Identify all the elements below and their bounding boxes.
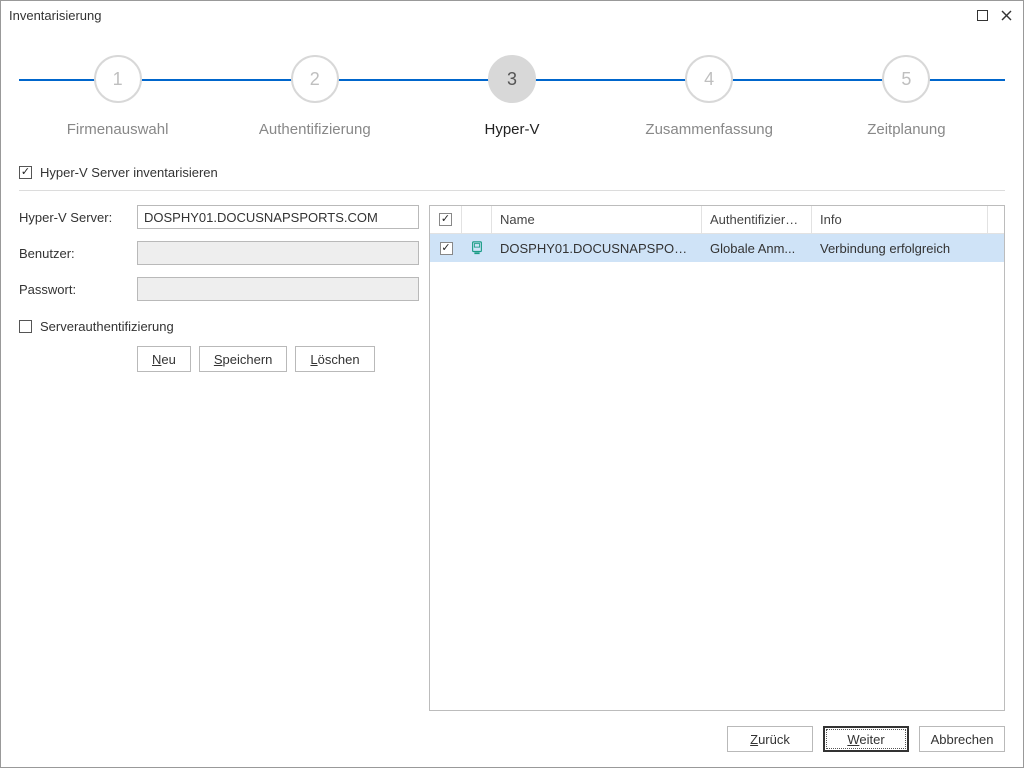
row-auth: Globale Anm... [702,241,812,256]
server-grid: Name Authentifizieru... Info DOSPHY01.DO… [429,205,1005,711]
step-label: Authentifizierung [225,121,405,138]
new-button[interactable]: Neu [137,346,191,372]
inventory-checkbox-label: Hyper-V Server inventarisieren [40,165,218,180]
header-icon-col [462,206,492,233]
step-label: Firmenauswahl [28,121,208,138]
step-zusammenfassung[interactable]: 4 Zusammenfassung [619,49,799,138]
server-icon [462,240,492,256]
header-checkbox-col[interactable] [430,206,462,233]
header-auth[interactable]: Authentifizieru... [702,206,812,233]
inventory-checkbox[interactable] [19,166,32,179]
step-number: 1 [94,55,142,103]
next-button[interactable]: Weiter [823,726,909,752]
step-firmenauswahl[interactable]: 1 Firmenauswahl [28,49,208,138]
header-name[interactable]: Name [492,206,702,233]
close-icon[interactable] [997,6,1015,24]
header-end [988,206,1004,233]
row-name: DOSPHY01.DOCUSNAPSPOR... [492,241,702,256]
window-title: Inventarisierung [9,8,102,23]
wizard-steps: 1 Firmenauswahl 2 Authentifizierung 3 Hy… [19,49,1005,159]
server-label: Hyper-V Server: [19,210,137,225]
step-label: Hyper-V [422,121,602,138]
content-area: 1 Firmenauswahl 2 Authentifizierung 3 Hy… [1,29,1023,711]
password-label: Passwort: [19,282,137,297]
row-server: Hyper-V Server: [19,205,419,229]
serverauth-label: Serverauthentifizierung [40,319,174,334]
maximize-icon[interactable] [973,6,991,24]
grid-header: Name Authentifizieru... Info [430,206,1004,234]
step-number: 3 [488,55,536,103]
row-info: Verbindung erfolgreich [812,241,1004,256]
main-two-pane: Hyper-V Server: Benutzer: Passwort: Serv… [19,205,1005,711]
wizard-footer: Zurück Weiter Abbrechen [1,711,1023,767]
grid-body[interactable]: DOSPHY01.DOCUSNAPSPOR... Globale Anm... … [430,234,1004,710]
step-number: 2 [291,55,339,103]
separator [19,190,1005,191]
form-button-row: Neu Speichern Löschen [137,346,419,372]
cancel-button[interactable]: Abbrechen [919,726,1005,752]
step-label: Zeitplanung [816,121,996,138]
delete-button[interactable]: Löschen [295,346,374,372]
header-info[interactable]: Info [812,206,988,233]
new-button-tail: eu [161,352,175,367]
table-row[interactable]: DOSPHY01.DOCUSNAPSPOR... Globale Anm... … [430,234,1004,262]
password-input[interactable] [137,277,419,301]
row-password: Passwort: [19,277,419,301]
step-authentifizierung[interactable]: 2 Authentifizierung [225,49,405,138]
row-checkbox[interactable] [440,242,453,255]
user-input[interactable] [137,241,419,265]
back-button[interactable]: Zurück [727,726,813,752]
serverauth-checkbox[interactable] [19,320,32,333]
select-all-checkbox[interactable] [439,213,452,226]
server-input[interactable] [137,205,419,229]
step-number: 4 [685,55,733,103]
step-number: 5 [882,55,930,103]
step-zeitplanung[interactable]: 5 Zeitplanung [816,49,996,138]
user-label: Benutzer: [19,246,137,261]
save-button-tail: peichern [223,352,273,367]
step-label: Zusammenfassung [619,121,799,138]
step-hyper-v[interactable]: 3 Hyper-V [422,49,602,138]
delete-button-tail: öschen [318,352,360,367]
row-user: Benutzer: [19,241,419,265]
wizard-window: Inventarisierung 1 Firmenauswahl 2 Authe… [0,0,1024,768]
save-button[interactable]: Speichern [199,346,288,372]
serverauth-row: Serverauthentifizierung [19,319,419,334]
inventory-toggle-row: Hyper-V Server inventarisieren [19,165,1005,180]
form-pane: Hyper-V Server: Benutzer: Passwort: Serv… [19,205,419,711]
titlebar: Inventarisierung [1,1,1023,29]
